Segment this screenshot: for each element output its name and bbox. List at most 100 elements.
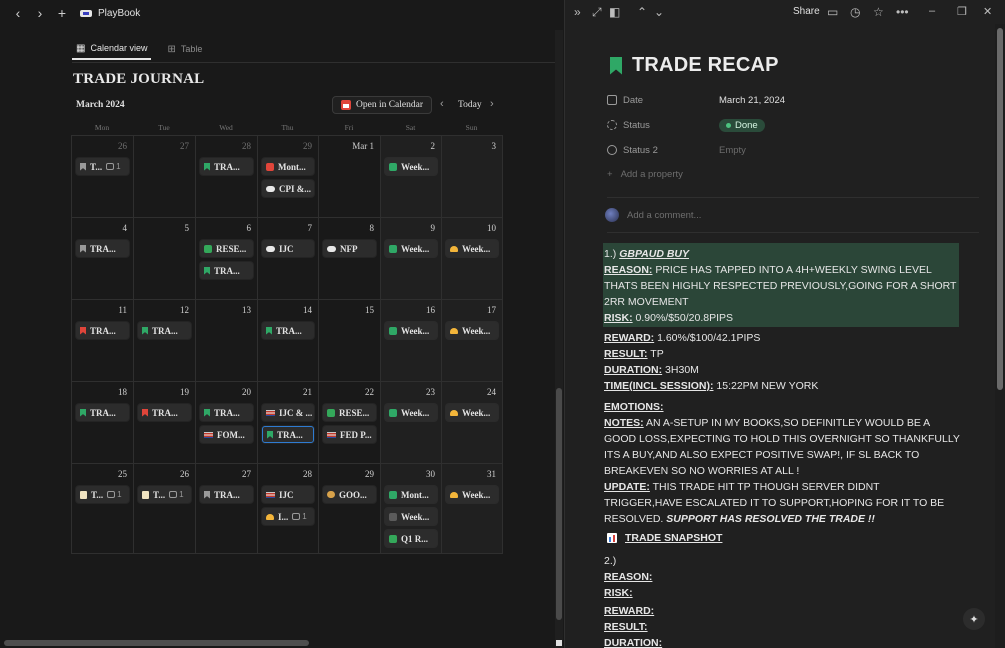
calendar-day-cell[interactable]: 4 TRA... <box>72 218 134 300</box>
calendar-day-cell[interactable]: 16 Week... <box>381 300 442 382</box>
calendar-event[interactable]: Week... <box>385 240 437 257</box>
more-icon[interactable]: ••• <box>896 5 909 19</box>
calendar-day-cell[interactable]: 27 TRA... <box>196 464 258 554</box>
calendar-day-cell[interactable]: 29 Mont... CPI &... <box>258 136 319 218</box>
calendar-day-cell[interactable]: 12 TRA... <box>134 300 196 382</box>
calendar-day-cell[interactable]: 9 Week... <box>381 218 442 300</box>
open-in-calendar-button[interactable]: Open in Calendar <box>332 96 433 114</box>
trade-snapshot-link[interactable]: TRADE SNAPSHOT <box>607 532 722 544</box>
calendar-event[interactable]: Week... <box>385 322 437 339</box>
calendar-event[interactable]: Week... <box>385 404 437 421</box>
breadcrumb[interactable]: PlayBook <box>80 8 140 19</box>
calendar-day-cell[interactable]: 7 IJC <box>258 218 319 300</box>
calendar-day-cell[interactable]: 2 Week... <box>381 136 442 218</box>
calendar-day-cell[interactable]: 5 <box>134 218 196 300</box>
calendar-event[interactable]: NFP <box>323 240 376 257</box>
calendar-event[interactable]: TRA... <box>138 404 191 421</box>
calendar-day-cell[interactable]: 14 TRA... <box>258 300 319 382</box>
close-peek-icon[interactable]: » <box>574 5 581 19</box>
calendar-event[interactable]: TRA... <box>76 322 129 339</box>
calendar-event[interactable]: Week... <box>446 322 498 339</box>
tab-table[interactable]: ⊞ Table <box>163 38 206 60</box>
property-status-2[interactable]: Status 2 Empty <box>607 142 746 158</box>
share-button[interactable]: Share <box>793 6 820 17</box>
next-month-icon[interactable]: › <box>490 98 494 110</box>
add-property-button[interactable]: + Add a property <box>607 169 683 180</box>
new-page-icon[interactable]: + <box>54 5 70 21</box>
calendar-day-cell[interactable]: 19 TRA... <box>134 382 196 464</box>
horizontal-scrollbar[interactable] <box>4 640 309 646</box>
calendar-event[interactable]: IJC & ... <box>262 404 314 421</box>
calendar-event[interactable]: TRA... <box>200 486 253 503</box>
calendar-day-cell[interactable]: 13 <box>196 300 258 382</box>
calendar-day-cell[interactable]: 6 RESE... TRA... <box>196 218 258 300</box>
calendar-day-cell[interactable]: 28 TRA... <box>196 136 258 218</box>
calendar-event[interactable]: TRA... <box>200 158 253 175</box>
add-comment-input[interactable]: Add a comment... <box>605 208 701 222</box>
calendar-day-cell[interactable]: 10 Week... <box>442 218 503 300</box>
calendar-event[interactable]: Week... <box>446 486 498 503</box>
calendar-day-cell[interactable]: 27 <box>134 136 196 218</box>
trade-1-header[interactable]: 1.) GBPAUD BUY REASON: PRICE HAS TAPPED … <box>604 246 960 326</box>
calendar-event[interactable]: Week... <box>446 404 498 421</box>
calendar-event[interactable]: Week... <box>385 508 437 525</box>
calendar-day-cell[interactable]: 17 Week... <box>442 300 503 382</box>
minimize-icon[interactable]: – <box>929 5 935 17</box>
calendar-event[interactable]: IJC <box>262 240 314 257</box>
calendar-event[interactable]: TRA... <box>138 322 191 339</box>
calendar-event[interactable]: TRA... <box>76 404 129 421</box>
calendar-event[interactable]: TRA... <box>200 404 253 421</box>
chevron-up-icon[interactable]: ⌃ <box>637 5 647 19</box>
calendar-event[interactable]: GOO... <box>323 486 376 503</box>
calendar-day-cell[interactable]: 3 <box>442 136 503 218</box>
ai-assistant-button[interactable]: ✦ <box>963 608 985 630</box>
star-icon[interactable]: ☆ <box>873 5 884 19</box>
calendar-event[interactable]: TRA... <box>200 262 253 279</box>
history-icon[interactable]: ◷ <box>850 5 860 19</box>
vertical-scrollbar[interactable] <box>556 388 562 620</box>
calendar-day-cell[interactable]: 23 Week... <box>381 382 442 464</box>
calendar-event[interactable]: T... 1 <box>76 486 129 503</box>
trade-2-block[interactable]: 2.) REASON: RISK: REWARD: RESULT: DURATI… <box>604 553 960 648</box>
calendar-day-cell[interactable]: 11 TRA... <box>72 300 134 382</box>
calendar-day-cell[interactable]: 28 IJC I... 1 <box>258 464 319 554</box>
trade-1-notes[interactable]: EMOTIONS: NOTES: AN A-SETUP IN MY BOOKS,… <box>604 399 960 527</box>
calendar-day-cell[interactable]: 31 Week... <box>442 464 503 554</box>
calendar-event[interactable]: CPI &... <box>262 180 314 197</box>
calendar-event[interactable]: Q1 R... <box>385 530 437 547</box>
calendar-event[interactable]: Week... <box>385 158 437 175</box>
side-peek-icon[interactable]: ◧ <box>609 5 620 19</box>
calendar-event[interactable]: T... 1 <box>76 158 129 175</box>
page-title-text[interactable]: TRADE RECAP <box>632 54 779 77</box>
trade-1-details[interactable]: REWARD: 1.60%/$100/42.1PIPS RESULT: TP D… <box>604 330 960 394</box>
calendar-day-cell[interactable]: Mar 1 <box>319 136 381 218</box>
calendar-event[interactable]: RESE... <box>323 404 376 421</box>
property-status[interactable]: Status Done <box>607 117 765 133</box>
comment-icon[interactable]: ▭ <box>827 5 838 19</box>
vertical-scrollbar[interactable] <box>997 28 1003 390</box>
calendar-day-cell[interactable]: 15 <box>319 300 381 382</box>
calendar-day-cell[interactable]: 25 T... 1 <box>72 464 134 554</box>
calendar-event[interactable]: FOM... <box>200 426 253 443</box>
status-2-value[interactable]: Empty <box>719 145 746 156</box>
expand-icon[interactable]: ⤢ <box>592 5 602 20</box>
calendar-event[interactable]: TRA... <box>262 322 314 339</box>
calendar-day-cell[interactable]: 24 Week... <box>442 382 503 464</box>
calendar-day-cell[interactable]: 29 GOO... <box>319 464 381 554</box>
calendar-event[interactable]: Mont... <box>262 158 314 175</box>
chevron-down-icon[interactable]: ⌄ <box>654 5 664 19</box>
prev-month-icon[interactable]: ‹ <box>440 98 444 110</box>
calendar-event[interactable]: Mont... <box>385 486 437 503</box>
calendar-day-cell[interactable]: 26 T... 1 <box>134 464 196 554</box>
calendar-event[interactable]: TRA... <box>76 240 129 257</box>
calendar-event[interactable]: TRA... <box>262 426 314 443</box>
calendar-day-cell[interactable]: 21 IJC & ... TRA... <box>258 382 319 464</box>
forward-icon[interactable]: › <box>32 5 48 21</box>
back-icon[interactable]: ‹ <box>10 5 26 21</box>
calendar-event[interactable]: Week... <box>446 240 498 257</box>
close-window-icon[interactable]: ✕ <box>983 5 992 18</box>
property-date[interactable]: Date March 21, 2024 <box>607 92 785 108</box>
calendar-event[interactable]: RESE... <box>200 240 253 257</box>
today-button[interactable]: Today <box>458 100 482 110</box>
tab-calendar-view[interactable]: ▦ Calendar view <box>72 38 152 60</box>
